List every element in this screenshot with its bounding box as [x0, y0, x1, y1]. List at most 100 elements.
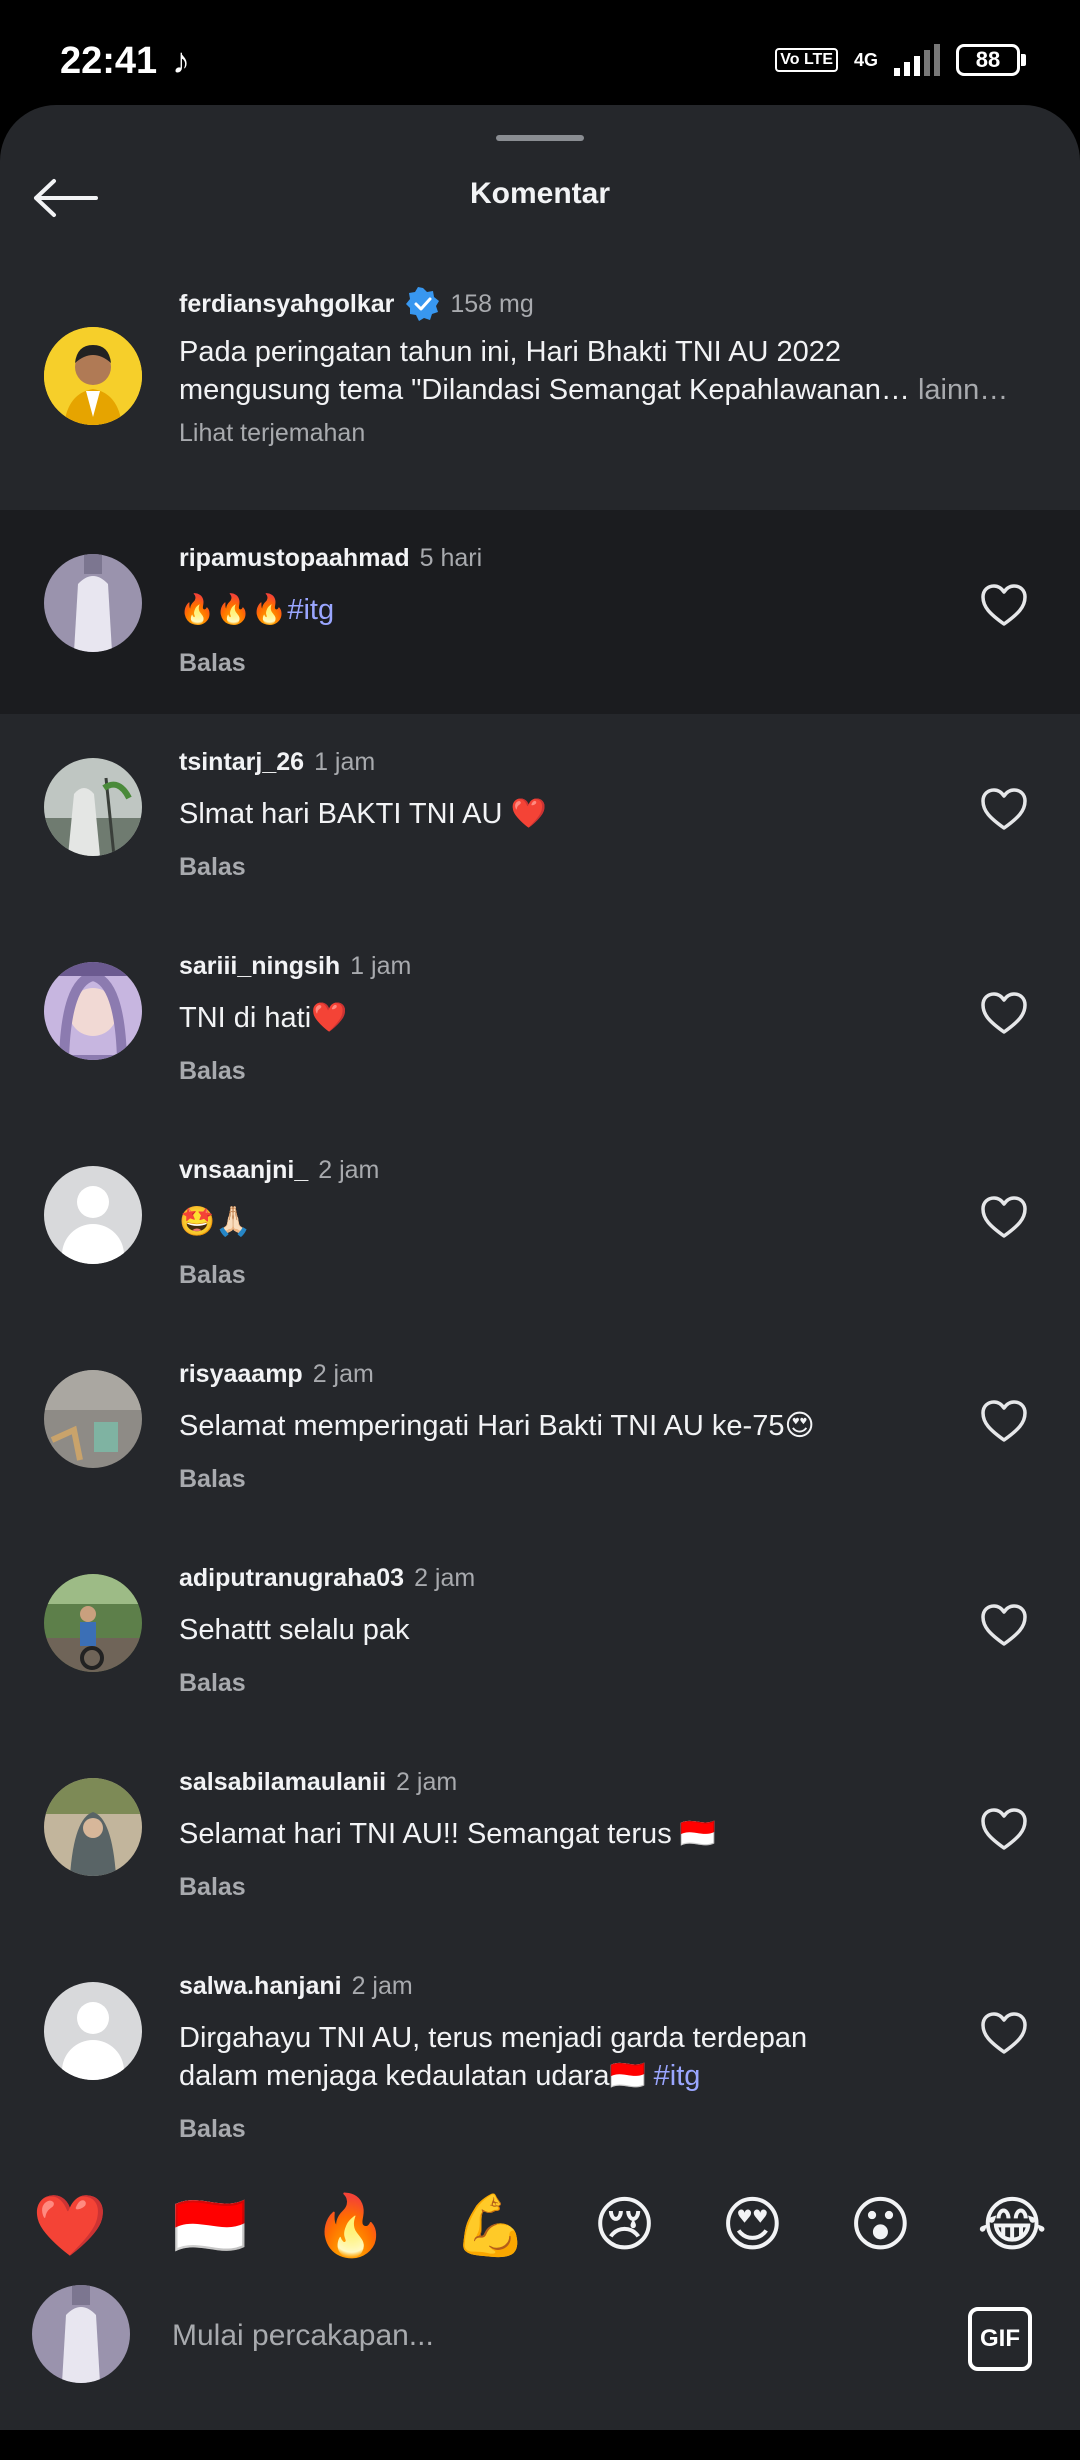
comment-time: 2 jam	[396, 1768, 458, 1796]
like-heart-icon[interactable]	[980, 1194, 1028, 1242]
emoji-muscle-button[interactable]: 💪	[453, 2190, 528, 2261]
reply-button[interactable]: Balas	[179, 853, 939, 882]
signal-icon	[894, 44, 940, 76]
comment-item: risyaaamp 2 jam Selamat memperingati Hari…	[0, 1326, 1080, 1530]
avatar-photo	[44, 1778, 142, 1876]
comment-time: 1 jam	[314, 748, 376, 776]
status-bar: 22:41 ♪ Vo LTE 4G 88	[0, 0, 1080, 105]
comment-item: tsintarj_26 1 jam Slmat hari BAKTI TNI AU…	[0, 714, 1080, 918]
tiktok-notification-icon: ♪	[172, 40, 190, 81]
comment-username[interactable]: sariii_ningsih	[179, 952, 340, 981]
caption-text-line1: Pada peringatan tahun ini, Hari Bhakti T…	[179, 336, 842, 368]
caption-time: 158 mg	[450, 289, 534, 318]
network-type-label: 4G	[853, 50, 878, 70]
comment-text-line1: Dirgahayu TNI AU, terus menjadi garda te…	[179, 2022, 808, 2054]
commenter-avatar[interactable]	[44, 1778, 142, 1876]
comment-time: 5 hari	[419, 544, 483, 572]
comment-text: Sehattt selalu pak	[179, 1614, 410, 1646]
commenter-avatar[interactable]	[44, 962, 142, 1060]
avatar-photo	[44, 962, 142, 1060]
emoji-surprised-button[interactable]: 😮	[849, 2190, 912, 2260]
avatar-photo	[44, 1370, 142, 1468]
comment-time: 2 jam	[351, 1972, 413, 2000]
comment-composer: GIF	[0, 2285, 1080, 2425]
quick-emoji-bar: ❤️ 🇮🇩 🔥 💪 😢 😍 😮 😂	[0, 2175, 1080, 2275]
reply-button[interactable]: Balas	[179, 2115, 939, 2144]
emoji-flag-button[interactable]: 🇮🇩	[173, 2190, 248, 2261]
default-avatar-icon[interactable]	[44, 1166, 142, 1264]
caption-text-line2: mengusung tema "Dilandasi Semangat Kepah…	[179, 374, 910, 406]
status-icons: Vo LTE 4G 88	[775, 44, 1026, 76]
emoji-heart-eyes-button[interactable]: 😍	[721, 2190, 784, 2260]
emoji-cry-button[interactable]: 😢	[593, 2190, 656, 2260]
emoji-heart-button[interactable]: ❤️	[33, 2190, 108, 2261]
comment-time: 1 jam	[350, 952, 412, 980]
comment-username[interactable]: salsabilamaulanii	[179, 1768, 386, 1797]
reply-button[interactable]: Balas	[179, 1873, 939, 1902]
comment-item: ripamustopaahmad 5 hari 🔥🔥🔥#itg Balas	[0, 510, 1080, 714]
like-heart-icon[interactable]	[980, 1602, 1028, 1650]
like-heart-icon[interactable]	[980, 2010, 1028, 2058]
comment-text: Slmat hari BAKTI TNI AU ❤️	[179, 798, 547, 830]
comment-hashtag[interactable]: #itg	[287, 594, 334, 626]
like-heart-icon[interactable]	[980, 1398, 1028, 1446]
status-time: 22:41	[60, 40, 158, 82]
page-title: Komentar	[469, 177, 611, 210]
reply-button[interactable]: Balas	[179, 1057, 939, 1086]
default-avatar-icon[interactable]	[44, 1982, 142, 2080]
like-heart-icon[interactable]	[980, 1806, 1028, 1854]
reply-button[interactable]: Balas	[179, 1669, 939, 1698]
emoji-laugh-button[interactable]: 😂	[977, 2190, 1047, 2260]
commenter-avatar[interactable]	[44, 1574, 142, 1672]
reply-button[interactable]: Balas	[179, 649, 939, 678]
commenter-avatar[interactable]	[44, 1370, 142, 1468]
translate-link[interactable]: Lihat terjemahan	[179, 419, 1059, 448]
battery-level: 88	[975, 47, 1001, 72]
comment-username[interactable]: tsintarj_26	[179, 748, 304, 777]
comment-time: 2 jam	[312, 1360, 374, 1388]
own-avatar	[32, 2285, 130, 2383]
battery-icon: 88	[956, 44, 1026, 76]
avatar-photo	[44, 554, 142, 652]
reply-button[interactable]: Balas	[179, 1465, 939, 1494]
gif-button[interactable]: GIF	[968, 2307, 1032, 2371]
comment-text: Selamat memperingati Hari Bakti TNI AU k…	[179, 1410, 815, 1442]
emoji-fire-button[interactable]: 🔥	[313, 2190, 388, 2261]
comment-hashtag[interactable]: #itg	[654, 2060, 701, 2092]
system-nav-bar	[0, 2430, 1080, 2460]
comment-text: TNI di hati❤️	[179, 1002, 348, 1034]
comment-username[interactable]: ripamustopaahmad	[179, 544, 410, 573]
comment-item: adiputranugraha03 2 jam Sehattt selalu pa…	[0, 1530, 1080, 1734]
comment-text: Selamat hari TNI AU!! Semangat terus 🇮🇩	[179, 1818, 716, 1850]
volte-icon: Vo LTE	[775, 48, 838, 72]
like-heart-icon[interactable]	[980, 582, 1028, 630]
like-heart-icon[interactable]	[980, 990, 1028, 1038]
comment-item: sariii_ningsih 1 jam TNI di hati❤️ Balas	[0, 918, 1080, 1122]
comment-username[interactable]: salwa.hanjani	[179, 1972, 342, 2001]
comment-text-line2: dalam menjaga kedaulatan udara🇮🇩	[179, 2060, 646, 2092]
like-heart-icon[interactable]	[980, 786, 1028, 834]
comment-item: salwa.hanjani 2 jam Dirgahayu TNI AU, ter…	[0, 1938, 1080, 2178]
comment-item: vnsaanjni_ 2 jam 🤩🙏🏻 Balas	[0, 1122, 1080, 1326]
commenter-avatar[interactable]	[44, 758, 142, 856]
avatar-photo	[44, 1574, 142, 1672]
author-avatar[interactable]	[44, 327, 142, 425]
comment-input[interactable]	[170, 2315, 854, 2357]
comment-item: salsabilamaulanii 2 jam Selamat hari TNI …	[0, 1734, 1080, 1938]
comment-time: 2 jam	[318, 1156, 380, 1184]
caption-username[interactable]: ferdiansyahgolkar	[179, 290, 394, 319]
author-photo	[44, 327, 142, 425]
drag-handle[interactable]	[496, 135, 584, 141]
avatar-photo	[32, 2285, 130, 2383]
comment-text: 🤩🙏🏻	[179, 1206, 252, 1238]
caption-more-link[interactable]: lainn…	[918, 374, 1008, 406]
comment-username[interactable]: vnsaanjni_	[179, 1156, 308, 1185]
comment-username[interactable]: adiputranugraha03	[179, 1564, 404, 1593]
reply-button[interactable]: Balas	[179, 1261, 939, 1290]
post-caption: ferdiansyahgolkar 158 mg Pada peringatan…	[0, 265, 1080, 510]
comment-username[interactable]: risyaaamp	[179, 1360, 303, 1389]
avatar-photo	[44, 758, 142, 856]
comment-time: 2 jam	[414, 1564, 476, 1592]
verified-badge-icon	[406, 287, 440, 321]
commenter-avatar[interactable]	[44, 554, 142, 652]
